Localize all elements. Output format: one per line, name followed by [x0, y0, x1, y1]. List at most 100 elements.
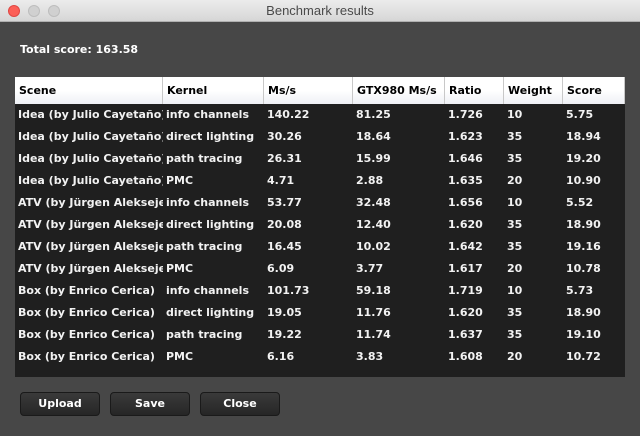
column-header-kernel[interactable]: Kernel: [163, 77, 264, 104]
table-row[interactable]: Idea (by Julio Cayetaño) direct lighting 3…: [15, 126, 625, 148]
table-cell: path tracing: [166, 240, 243, 253]
table-cell: 18.90: [566, 306, 601, 319]
table-cell: 19.16: [566, 240, 601, 253]
column-header-weight[interactable]: Weight: [504, 77, 563, 104]
table-cell: 1.719: [448, 284, 483, 297]
table-cell: 6.09: [267, 262, 295, 275]
table-cell: 1.620: [448, 306, 483, 319]
table-cell: 53.77: [267, 196, 302, 209]
table-cell: ATV (by Jürgen Aleksejev): [18, 218, 163, 231]
table-cell: ATV (by Jürgen Aleksejev): [18, 196, 163, 209]
table-cell: 1.635: [448, 174, 483, 187]
table-cell: 1.726: [448, 108, 483, 121]
table-cell: 11.76: [356, 306, 391, 319]
minimize-window-button[interactable]: [28, 5, 40, 17]
column-header-score[interactable]: Score: [563, 77, 625, 104]
table-header: Scene Kernel Ms/s GTX980 Ms/s Ratio Weight Sco…: [15, 77, 625, 104]
table-cell: 1.642: [448, 240, 483, 253]
table-cell: direct lighting: [166, 130, 255, 143]
save-button[interactable]: Save: [110, 392, 190, 416]
table-cell: direct lighting: [166, 306, 255, 319]
table-cell: 1.637: [448, 328, 483, 341]
table-cell: direct lighting: [166, 218, 255, 231]
table-cell: PMC: [166, 262, 194, 275]
column-header-ms-s[interactable]: Ms/s: [264, 77, 353, 104]
table-row[interactable]: Idea (by Julio Cayetaño) info channels 140…: [15, 104, 625, 126]
table-cell: ATV (by Jürgen Aleksejev): [18, 262, 163, 275]
table-body: Idea (by Julio Cayetaño) info channels 140…: [15, 104, 625, 368]
table-row[interactable]: Idea (by Julio Cayetaño) PMC 4.71 2.88 1.635…: [15, 170, 625, 192]
table-cell: 140.22: [267, 108, 310, 121]
table-row[interactable]: ATV (by Jürgen Aleksejev) direct lighting…: [15, 214, 625, 236]
table-cell: 20.08: [267, 218, 302, 231]
table-cell: ATV (by Jürgen Aleksejev): [18, 240, 163, 253]
table-cell: Idea (by Julio Cayetaño): [18, 108, 163, 121]
table-cell: 1.646: [448, 152, 483, 165]
table-cell: 10: [507, 108, 523, 121]
table-cell: 2.88: [356, 174, 384, 187]
table-cell: 10: [507, 196, 523, 209]
table-cell: 20: [507, 174, 523, 187]
table-cell: 11.74: [356, 328, 391, 341]
table-cell: Box (by Enrico Cerica): [18, 328, 155, 341]
table-row[interactable]: ATV (by Jürgen Aleksejev) info channels 53…: [15, 192, 625, 214]
table-cell: 30.26: [267, 130, 302, 143]
table-cell: 10.02: [356, 240, 391, 253]
table-cell: 20: [507, 350, 523, 363]
table-cell: 35: [507, 218, 523, 231]
table-cell: 32.48: [356, 196, 391, 209]
table-cell: 81.25: [356, 108, 391, 121]
table-cell: 35: [507, 152, 523, 165]
upload-button[interactable]: Upload: [20, 392, 100, 416]
table-cell: 3.77: [356, 262, 384, 275]
table-cell: 35: [507, 306, 523, 319]
table-cell: 35: [507, 328, 523, 341]
column-header-ratio[interactable]: Ratio: [445, 77, 504, 104]
table-cell: Box (by Enrico Cerica): [18, 284, 155, 297]
table-cell: 1.617: [448, 262, 483, 275]
table-cell: info channels: [166, 196, 249, 209]
table-cell: Box (by Enrico Cerica): [18, 350, 155, 363]
table-cell: 101.73: [267, 284, 310, 297]
table-cell: 1.623: [448, 130, 483, 143]
table-cell: Idea (by Julio Cayetaño): [18, 152, 163, 165]
table-cell: 18.90: [566, 218, 601, 231]
zoom-window-button[interactable]: [48, 5, 60, 17]
table-cell: Idea (by Julio Cayetaño): [18, 130, 163, 143]
table-row[interactable]: Box (by Enrico Cerica) PMC 6.16 3.83 1.608 20…: [15, 346, 625, 368]
close-window-button[interactable]: [8, 5, 20, 17]
table-cell: path tracing: [166, 152, 243, 165]
table-cell: info channels: [166, 284, 249, 297]
table-cell: 10.90: [566, 174, 601, 187]
table-cell: 35: [507, 130, 523, 143]
column-header-scene[interactable]: Scene: [15, 77, 163, 104]
table-cell: 15.99: [356, 152, 391, 165]
table-cell: 12.40: [356, 218, 391, 231]
table-cell: path tracing: [166, 328, 243, 341]
table-cell: 10.78: [566, 262, 601, 275]
table-row[interactable]: ATV (by Jürgen Aleksejev) PMC 6.09 3.77 1.61…: [15, 258, 625, 280]
table-cell: 20: [507, 262, 523, 275]
table-cell: 1.656: [448, 196, 483, 209]
table-cell: 5.73: [566, 284, 594, 297]
table-cell: 16.45: [267, 240, 302, 253]
table-cell: 19.05: [267, 306, 302, 319]
table-cell: info channels: [166, 108, 249, 121]
table-row[interactable]: Box (by Enrico Cerica) info channels 101.7…: [15, 280, 625, 302]
table-cell: PMC: [166, 350, 194, 363]
table-cell: 4.71: [267, 174, 295, 187]
table-cell: 59.18: [356, 284, 391, 297]
table-cell: 19.10: [566, 328, 601, 341]
table-cell: 5.52: [566, 196, 594, 209]
window-title: Benchmark results: [266, 3, 374, 18]
results-table: Scene Kernel Ms/s GTX980 Ms/s Ratio Weight Sco…: [15, 77, 625, 377]
table-row[interactable]: Idea (by Julio Cayetaño) path tracing 26.3…: [15, 148, 625, 170]
column-header-gtx980-ms-s[interactable]: GTX980 Ms/s: [353, 77, 445, 104]
table-cell: 18.64: [356, 130, 391, 143]
close-button[interactable]: Close: [200, 392, 280, 416]
table-row[interactable]: Box (by Enrico Cerica) direct lighting 19.…: [15, 302, 625, 324]
total-score: Total score: 163.58: [20, 43, 139, 56]
table-cell: 35: [507, 240, 523, 253]
table-row[interactable]: ATV (by Jürgen Aleksejev) path tracing 16.…: [15, 236, 625, 258]
table-row[interactable]: Box (by Enrico Cerica) path tracing 19.22 1…: [15, 324, 625, 346]
